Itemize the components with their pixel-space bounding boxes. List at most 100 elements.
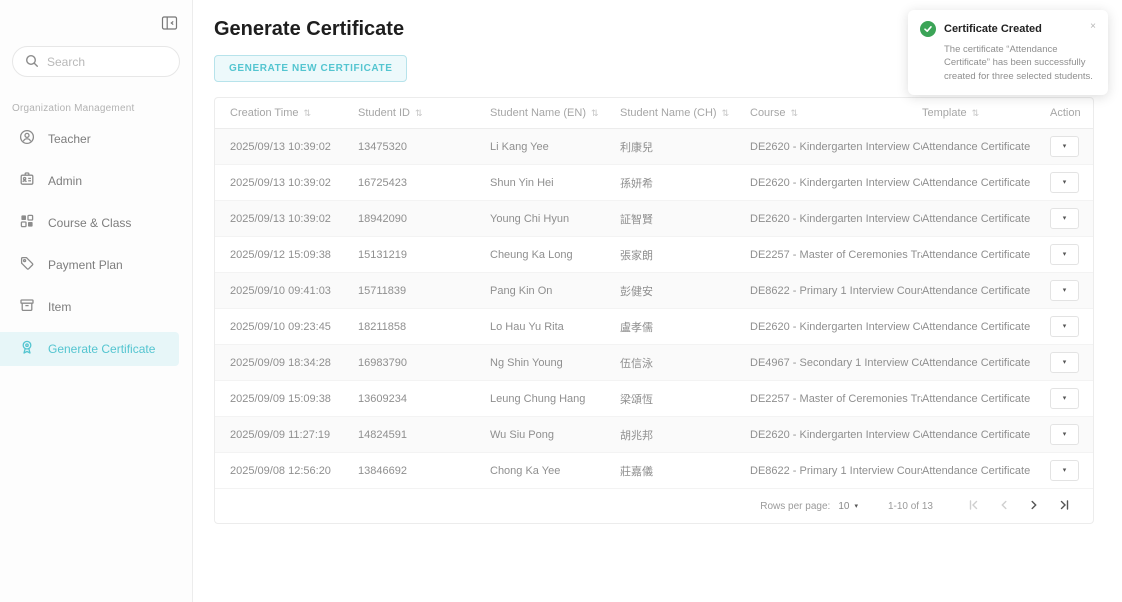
cell-creation-time: 2025/09/13 10:39:02 — [230, 177, 358, 189]
cell-course: DE2620 - Kindergarten Interview Course — [750, 141, 922, 153]
cell-template: Attendance Certificate — [922, 141, 1050, 153]
column-header-template[interactable]: Template ⇅ — [922, 107, 1050, 119]
cell-student-name-ch: 莊嘉儀 — [620, 463, 750, 479]
table-row: 2025/09/09 11:27:19 14824591 Wu Siu Pong… — [215, 417, 1093, 453]
teacher-icon — [19, 129, 35, 150]
chevron-right-icon — [1028, 499, 1040, 514]
sidebar-item-label: Admin — [48, 174, 82, 188]
sidebar-section-label: Organization Management — [12, 103, 192, 114]
toast-title: Certificate Created — [944, 23, 1082, 35]
row-action-dropdown-button[interactable]: ▾ — [1050, 208, 1079, 229]
pagination-range-label: 1-10 of 13 — [888, 501, 933, 512]
cell-student-name-ch: 盧孝儒 — [620, 319, 750, 335]
cell-creation-time: 2025/09/10 09:41:03 — [230, 285, 358, 297]
cell-student-name-ch: 証智賢 — [620, 211, 750, 227]
cell-student-name-ch: 彭健安 — [620, 283, 750, 299]
first-page-icon — [968, 499, 980, 514]
cell-student-name-en: Young Chi Hyun — [490, 213, 620, 225]
sort-icon[interactable]: ⇅ — [722, 109, 730, 118]
cell-creation-time: 2025/09/09 11:27:19 — [230, 429, 358, 441]
cell-template: Attendance Certificate — [922, 213, 1050, 225]
cell-student-id: 13846692 — [358, 465, 490, 477]
cell-student-name-en: Lo Hau Yu Rita — [490, 321, 620, 333]
last-page-icon — [1058, 499, 1070, 514]
sidebar-collapse-icon[interactable] — [160, 14, 178, 32]
chevron-left-icon — [998, 499, 1010, 514]
next-page-button[interactable] — [1019, 495, 1049, 517]
cell-student-name-en: Li Kang Yee — [490, 141, 620, 153]
sidebar-item-generate-certificate[interactable]: Generate Certificate — [0, 332, 179, 366]
cell-template: Attendance Certificate — [922, 249, 1050, 261]
sidebar-item-label: Generate Certificate — [48, 342, 155, 356]
row-action-dropdown-button[interactable]: ▾ — [1050, 460, 1079, 481]
column-header-course[interactable]: Course ⇅ — [750, 107, 922, 119]
cell-student-name-ch: 利康兒 — [620, 139, 750, 155]
admin-badge-icon — [19, 171, 35, 192]
table-header-row: Creation Time ⇅ Student ID ⇅ Student Nam… — [215, 98, 1093, 129]
column-header-student-name-ch[interactable]: Student Name (CH) ⇅ — [620, 107, 750, 119]
sidebar-item-admin[interactable]: Admin — [0, 164, 179, 198]
row-action-dropdown-button[interactable]: ▾ — [1050, 352, 1079, 373]
cell-course: DE2620 - Kindergarten Interview Course — [750, 321, 922, 333]
cell-template: Attendance Certificate — [922, 177, 1050, 189]
row-action-dropdown-button[interactable]: ▾ — [1050, 136, 1079, 157]
cell-template: Attendance Certificate — [922, 429, 1050, 441]
row-action-dropdown-button[interactable]: ▾ — [1050, 280, 1079, 301]
cell-template: Attendance Certificate — [922, 393, 1050, 405]
first-page-button[interactable] — [959, 495, 989, 517]
table-row: 2025/09/10 09:41:03 15711839 Pang Kin On… — [215, 273, 1093, 309]
cell-student-name-en: Wu Siu Pong — [490, 429, 620, 441]
cell-course: DE2620 - Kindergarten Interview Course — [750, 177, 922, 189]
cell-student-id: 16725423 — [358, 177, 490, 189]
last-page-button[interactable] — [1049, 495, 1079, 517]
table-row: 2025/09/09 18:34:28 16983790 Ng Shin You… — [215, 345, 1093, 381]
sort-icon[interactable]: ⇅ — [415, 109, 423, 118]
cell-student-name-en: Cheung Ka Long — [490, 249, 620, 261]
row-action-dropdown-button[interactable]: ▾ — [1050, 172, 1079, 193]
rows-per-page-select[interactable]: 10 ▾ — [838, 501, 858, 512]
cell-course: DE2257 - Master of Ceremonies Training — [750, 249, 922, 261]
row-action-dropdown-button[interactable]: ▾ — [1050, 316, 1079, 337]
cell-course: DE2257 - Master of Ceremonies Training — [750, 393, 922, 405]
sidebar-item-payment-plan[interactable]: Payment Plan — [0, 248, 179, 282]
rows-per-page-value: 10 — [838, 501, 849, 512]
sort-icon[interactable]: ⇅ — [303, 109, 311, 118]
sort-icon[interactable]: ⇅ — [790, 109, 798, 118]
row-action-dropdown-button[interactable]: ▾ — [1050, 388, 1079, 409]
chevron-down-icon: ▾ — [1063, 287, 1067, 294]
table-body: 2025/09/13 10:39:02 13475320 Li Kang Yee… — [215, 129, 1093, 489]
chevron-down-icon: ▾ — [1063, 323, 1067, 330]
table-row: 2025/09/09 15:09:38 13609234 Leung Chung… — [215, 381, 1093, 417]
cell-student-name-ch: 孫妍希 — [620, 175, 750, 191]
chevron-down-icon: ▾ — [1063, 467, 1067, 474]
sidebar-item-label: Course & Class — [48, 216, 131, 230]
sort-icon[interactable]: ⇅ — [972, 109, 980, 118]
cell-student-id: 13609234 — [358, 393, 490, 405]
close-icon[interactable]: × — [1090, 21, 1096, 32]
sidebar-item-label: Item — [48, 300, 71, 314]
sidebar-item-label: Teacher — [48, 132, 91, 146]
cell-template: Attendance Certificate — [922, 465, 1050, 477]
chevron-down-icon: ▾ — [854, 502, 858, 510]
sort-icon[interactable]: ⇅ — [591, 109, 599, 118]
row-action-dropdown-button[interactable]: ▾ — [1050, 244, 1079, 265]
cell-student-id: 13475320 — [358, 141, 490, 153]
sidebar-item-item[interactable]: Item — [0, 290, 179, 324]
chevron-down-icon: ▾ — [1063, 359, 1067, 366]
success-check-icon — [920, 21, 936, 37]
sidebar-item-teacher[interactable]: Teacher — [0, 122, 179, 156]
course-grid-icon — [19, 213, 35, 234]
cell-student-id: 15131219 — [358, 249, 490, 261]
column-header-creation-time[interactable]: Creation Time ⇅ — [230, 107, 358, 119]
chevron-down-icon: ▾ — [1063, 395, 1067, 402]
row-action-dropdown-button[interactable]: ▾ — [1050, 424, 1079, 445]
sidebar-item-course-class[interactable]: Course & Class — [0, 206, 179, 240]
cell-student-name-en: Chong Ka Yee — [490, 465, 620, 477]
column-header-student-id[interactable]: Student ID ⇅ — [358, 107, 490, 119]
generate-new-certificate-button[interactable]: GENERATE NEW CERTIFICATE — [214, 55, 407, 82]
column-header-student-name-en[interactable]: Student Name (EN) ⇅ — [490, 107, 620, 119]
cell-course: DE8622 - Primary 1 Interview Course — [750, 465, 922, 477]
toast-message: The certificate “Attendance Certificate”… — [944, 43, 1096, 83]
cell-creation-time: 2025/09/10 09:23:45 — [230, 321, 358, 333]
prev-page-button[interactable] — [989, 495, 1019, 517]
